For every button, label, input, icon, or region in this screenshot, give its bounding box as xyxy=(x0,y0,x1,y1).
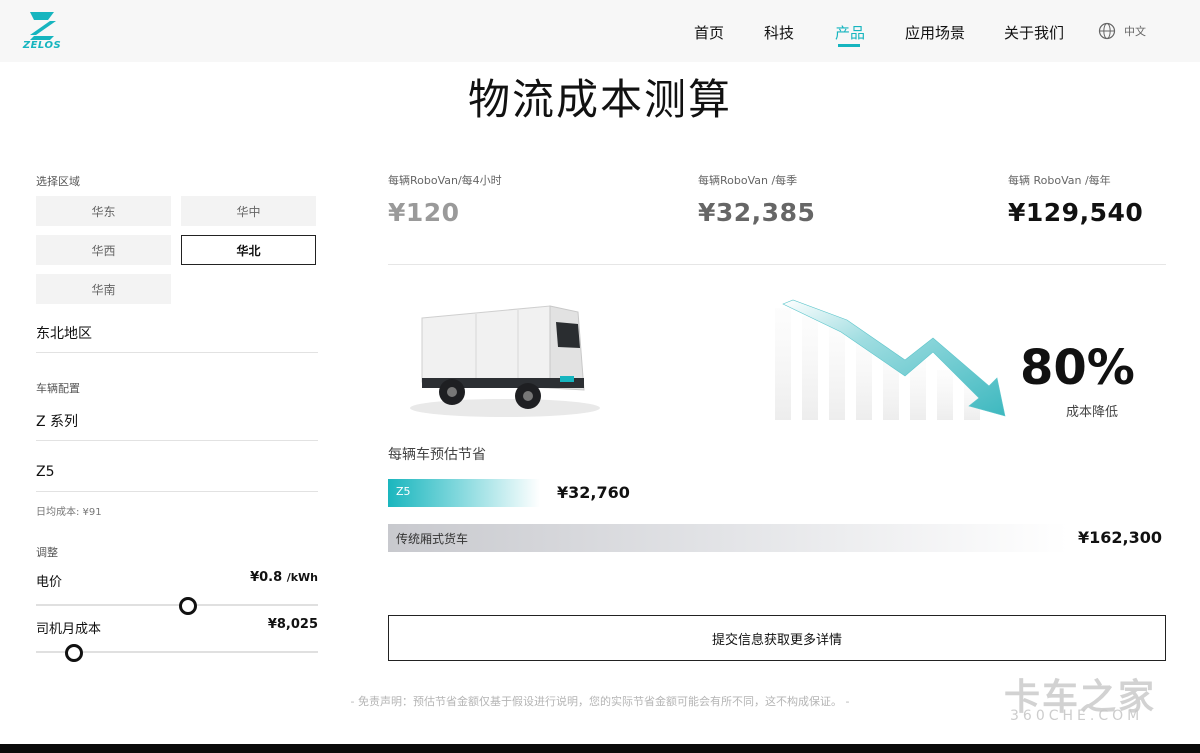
main-nav: 首页 科技 产品 应用场景 关于我们 xyxy=(0,22,1200,52)
region-west-button[interactable]: 华西 xyxy=(36,235,171,265)
cost-decline-graphic xyxy=(775,299,1006,420)
daily-cost-note: 日均成本: ¥91 xyxy=(36,507,102,518)
nav-products[interactable]: 产品 xyxy=(835,22,865,43)
truck-cost-bar: 传统厢式货车 xyxy=(388,524,1068,552)
globe-icon xyxy=(1098,22,1116,40)
section-divider xyxy=(388,264,1166,265)
electricity-slider-track[interactable] xyxy=(36,604,318,606)
watermark: 卡车之家 360CHE.COM xyxy=(1004,668,1156,724)
electricity-value: ¥0.8 /kWh xyxy=(250,570,318,585)
vehicle-config-label: 车辆配置 xyxy=(36,382,80,395)
z5-cost-bar: Z5 xyxy=(388,479,540,507)
metric-quarter-label: 每辆RoboVan /每季 xyxy=(698,174,798,187)
region-south-button[interactable]: 华南 xyxy=(36,274,171,304)
reduction-label: 成本降低 xyxy=(1066,405,1119,420)
language-switch[interactable]: 中文 xyxy=(1098,22,1146,40)
footer-strip xyxy=(0,744,1200,753)
metric-year-label: 每辆 RoboVan /每年 xyxy=(1008,174,1111,187)
metric-4h-value: ¥120 xyxy=(388,198,460,227)
language-label: 中文 xyxy=(1124,25,1146,38)
region-central-button[interactable]: 华中 xyxy=(181,196,316,226)
reduction-percentage: 80% xyxy=(1020,340,1135,396)
savings-title: 每辆车预估节省 xyxy=(388,447,486,463)
submit-info-button[interactable]: 提交信息获取更多详情 xyxy=(388,615,1166,661)
adjust-label: 调整 xyxy=(36,546,58,559)
region-east-button[interactable]: 华东 xyxy=(36,196,171,226)
electricity-slider-thumb[interactable] xyxy=(179,597,197,615)
driver-cost-label: 司机月成本 xyxy=(36,622,102,637)
metric-4h-label: 每辆RoboVan/每4小时 xyxy=(388,174,502,187)
nav-scenarios[interactable]: 应用场景 xyxy=(905,22,965,43)
driver-cost-value: ¥8,025 xyxy=(267,617,318,632)
model-select[interactable]: Z5 xyxy=(36,464,318,492)
active-nav-indicator xyxy=(838,44,860,47)
top-nav-bar: ZELOS 首页 科技 产品 应用场景 关于我们 中文 xyxy=(0,0,1200,62)
page-title: 物流成本测算 xyxy=(467,75,732,124)
metric-quarter-value: ¥32,385 xyxy=(698,198,816,227)
series-select[interactable]: Z 系列 xyxy=(36,411,318,441)
watermark-sub-text: 360CHE.COM xyxy=(1010,708,1144,724)
electricity-unit: /kWh xyxy=(286,571,318,584)
truck-cost-value: ¥162,300 xyxy=(1078,528,1163,547)
truck-bar-label: 传统厢式货车 xyxy=(396,532,469,546)
z5-cost-value: ¥32,760 xyxy=(557,483,630,502)
region-label: 选择区域 xyxy=(36,175,80,188)
z5-bar-label: Z5 xyxy=(396,485,411,498)
subregion-select[interactable]: 东北地区 xyxy=(36,323,318,353)
nav-about[interactable]: 关于我们 xyxy=(1004,22,1064,43)
metric-year-value: ¥129,540 xyxy=(1008,198,1144,227)
electricity-label: 电价 xyxy=(36,575,63,590)
region-north-button[interactable]: 华北 xyxy=(181,235,316,265)
driver-slider-thumb[interactable] xyxy=(65,644,83,662)
robovan-image xyxy=(410,305,600,417)
nav-technology[interactable]: 科技 xyxy=(764,22,794,43)
nav-home[interactable]: 首页 xyxy=(694,22,724,43)
